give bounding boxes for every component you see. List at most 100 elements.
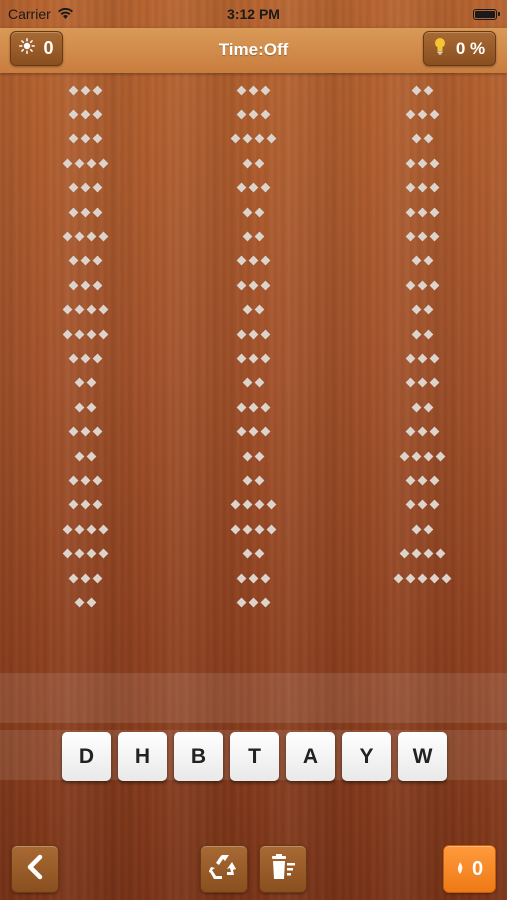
coins-button[interactable]: 0 <box>443 845 496 893</box>
letter-placeholder <box>236 353 246 364</box>
letter-placeholder <box>236 85 246 96</box>
letter-placeholder <box>92 426 102 437</box>
letter-placeholder <box>260 85 270 96</box>
letter-placeholder <box>266 134 276 144</box>
letter-placeholder <box>86 377 96 388</box>
letter-placeholder <box>92 109 102 120</box>
letter-tile[interactable]: W <box>398 732 447 781</box>
clear-button[interactable] <box>259 845 307 893</box>
letter-placeholder <box>248 255 258 266</box>
letter-placeholder <box>411 451 421 461</box>
word-slot <box>193 444 313 468</box>
letter-placeholder <box>236 597 246 608</box>
word-slot <box>25 273 145 297</box>
letter-placeholder <box>417 109 427 120</box>
letter-placeholder <box>417 207 427 218</box>
letter-placeholder <box>411 304 421 315</box>
word-slot <box>25 298 145 322</box>
letter-placeholder <box>411 134 421 144</box>
word-slot <box>25 493 145 517</box>
letter-placeholder <box>68 499 78 510</box>
letter-placeholder <box>260 402 270 413</box>
letter-placeholder <box>399 451 409 461</box>
word-slot <box>25 249 145 273</box>
letter-placeholder <box>248 402 258 413</box>
letter-placeholder <box>423 524 433 535</box>
letter-placeholder <box>86 597 96 608</box>
letter-placeholder <box>242 377 252 388</box>
coin-flame-icon <box>456 858 464 881</box>
letter-placeholder <box>417 280 427 291</box>
letter-placeholder <box>80 134 90 144</box>
letter-placeholder <box>254 524 264 535</box>
word-slot <box>193 395 313 419</box>
letter-tile[interactable]: A <box>286 732 335 781</box>
letter-placeholder <box>260 597 270 608</box>
word-slot <box>362 517 482 541</box>
letter-tile[interactable]: D <box>62 732 111 781</box>
letter-placeholder <box>230 499 240 510</box>
shuffle-button[interactable] <box>200 845 248 893</box>
top-toolbar: 0 Time:Off 0 % <box>0 28 507 73</box>
clock: 3:12 PM <box>227 6 280 22</box>
letter-tiles: D H B T A Y W <box>62 732 447 781</box>
letter-placeholder <box>242 158 252 169</box>
letter-tile[interactable]: B <box>174 732 223 781</box>
letter-placeholder <box>260 255 270 266</box>
letter-tile[interactable]: T <box>230 732 279 781</box>
letter-placeholder <box>74 377 84 388</box>
word-slot <box>193 176 313 200</box>
back-button[interactable] <box>11 845 59 893</box>
letter-placeholder <box>92 573 102 583</box>
word-slot <box>362 249 482 273</box>
word-slot <box>362 541 482 565</box>
letter-tile[interactable]: H <box>118 732 167 781</box>
word-slot <box>25 151 145 175</box>
letter-placeholder <box>74 402 84 413</box>
word-slot <box>25 78 145 102</box>
letter-placeholder <box>248 182 258 193</box>
letter-placeholder <box>260 573 270 583</box>
letter-placeholder <box>92 182 102 193</box>
letter-placeholder <box>242 304 252 315</box>
word-slot <box>25 541 145 565</box>
letter-placeholder <box>254 475 264 486</box>
word-slot <box>362 200 482 224</box>
letter-placeholder <box>417 353 427 364</box>
letter-placeholder <box>405 426 415 437</box>
letter-placeholder <box>80 182 90 193</box>
hint-button[interactable]: 0 % <box>423 31 496 66</box>
word-slot <box>362 127 482 151</box>
letter-placeholder <box>236 573 246 583</box>
letter-placeholder <box>254 207 264 218</box>
letter-placeholder <box>86 231 96 242</box>
trash-icon <box>268 853 298 886</box>
letter-placeholder <box>242 207 252 218</box>
word-column-1 <box>25 78 145 615</box>
letter-placeholder <box>260 280 270 291</box>
letter-placeholder <box>236 182 246 193</box>
letter-placeholder <box>254 134 264 144</box>
letter-placeholder <box>393 573 403 583</box>
letter-placeholder <box>62 329 72 340</box>
letter-placeholder <box>254 548 264 559</box>
letter-placeholder <box>230 524 240 535</box>
word-slot <box>193 322 313 346</box>
letter-placeholder <box>242 231 252 242</box>
letter-placeholder <box>411 548 421 559</box>
word-slot <box>25 395 145 419</box>
letter-placeholder <box>405 573 415 583</box>
letter-placeholder <box>68 426 78 437</box>
letter-tile[interactable]: Y <box>342 732 391 781</box>
letter-placeholder <box>254 231 264 242</box>
word-slot <box>25 346 145 370</box>
letter-placeholder <box>429 573 439 583</box>
word-slot <box>362 493 482 517</box>
letter-placeholder <box>248 109 258 120</box>
letter-placeholder <box>68 353 78 364</box>
letter-placeholder <box>62 524 72 535</box>
letter-placeholder <box>68 109 78 120</box>
letter-placeholder <box>230 134 240 144</box>
letter-placeholder <box>74 548 84 559</box>
letter-placeholder <box>405 499 415 510</box>
